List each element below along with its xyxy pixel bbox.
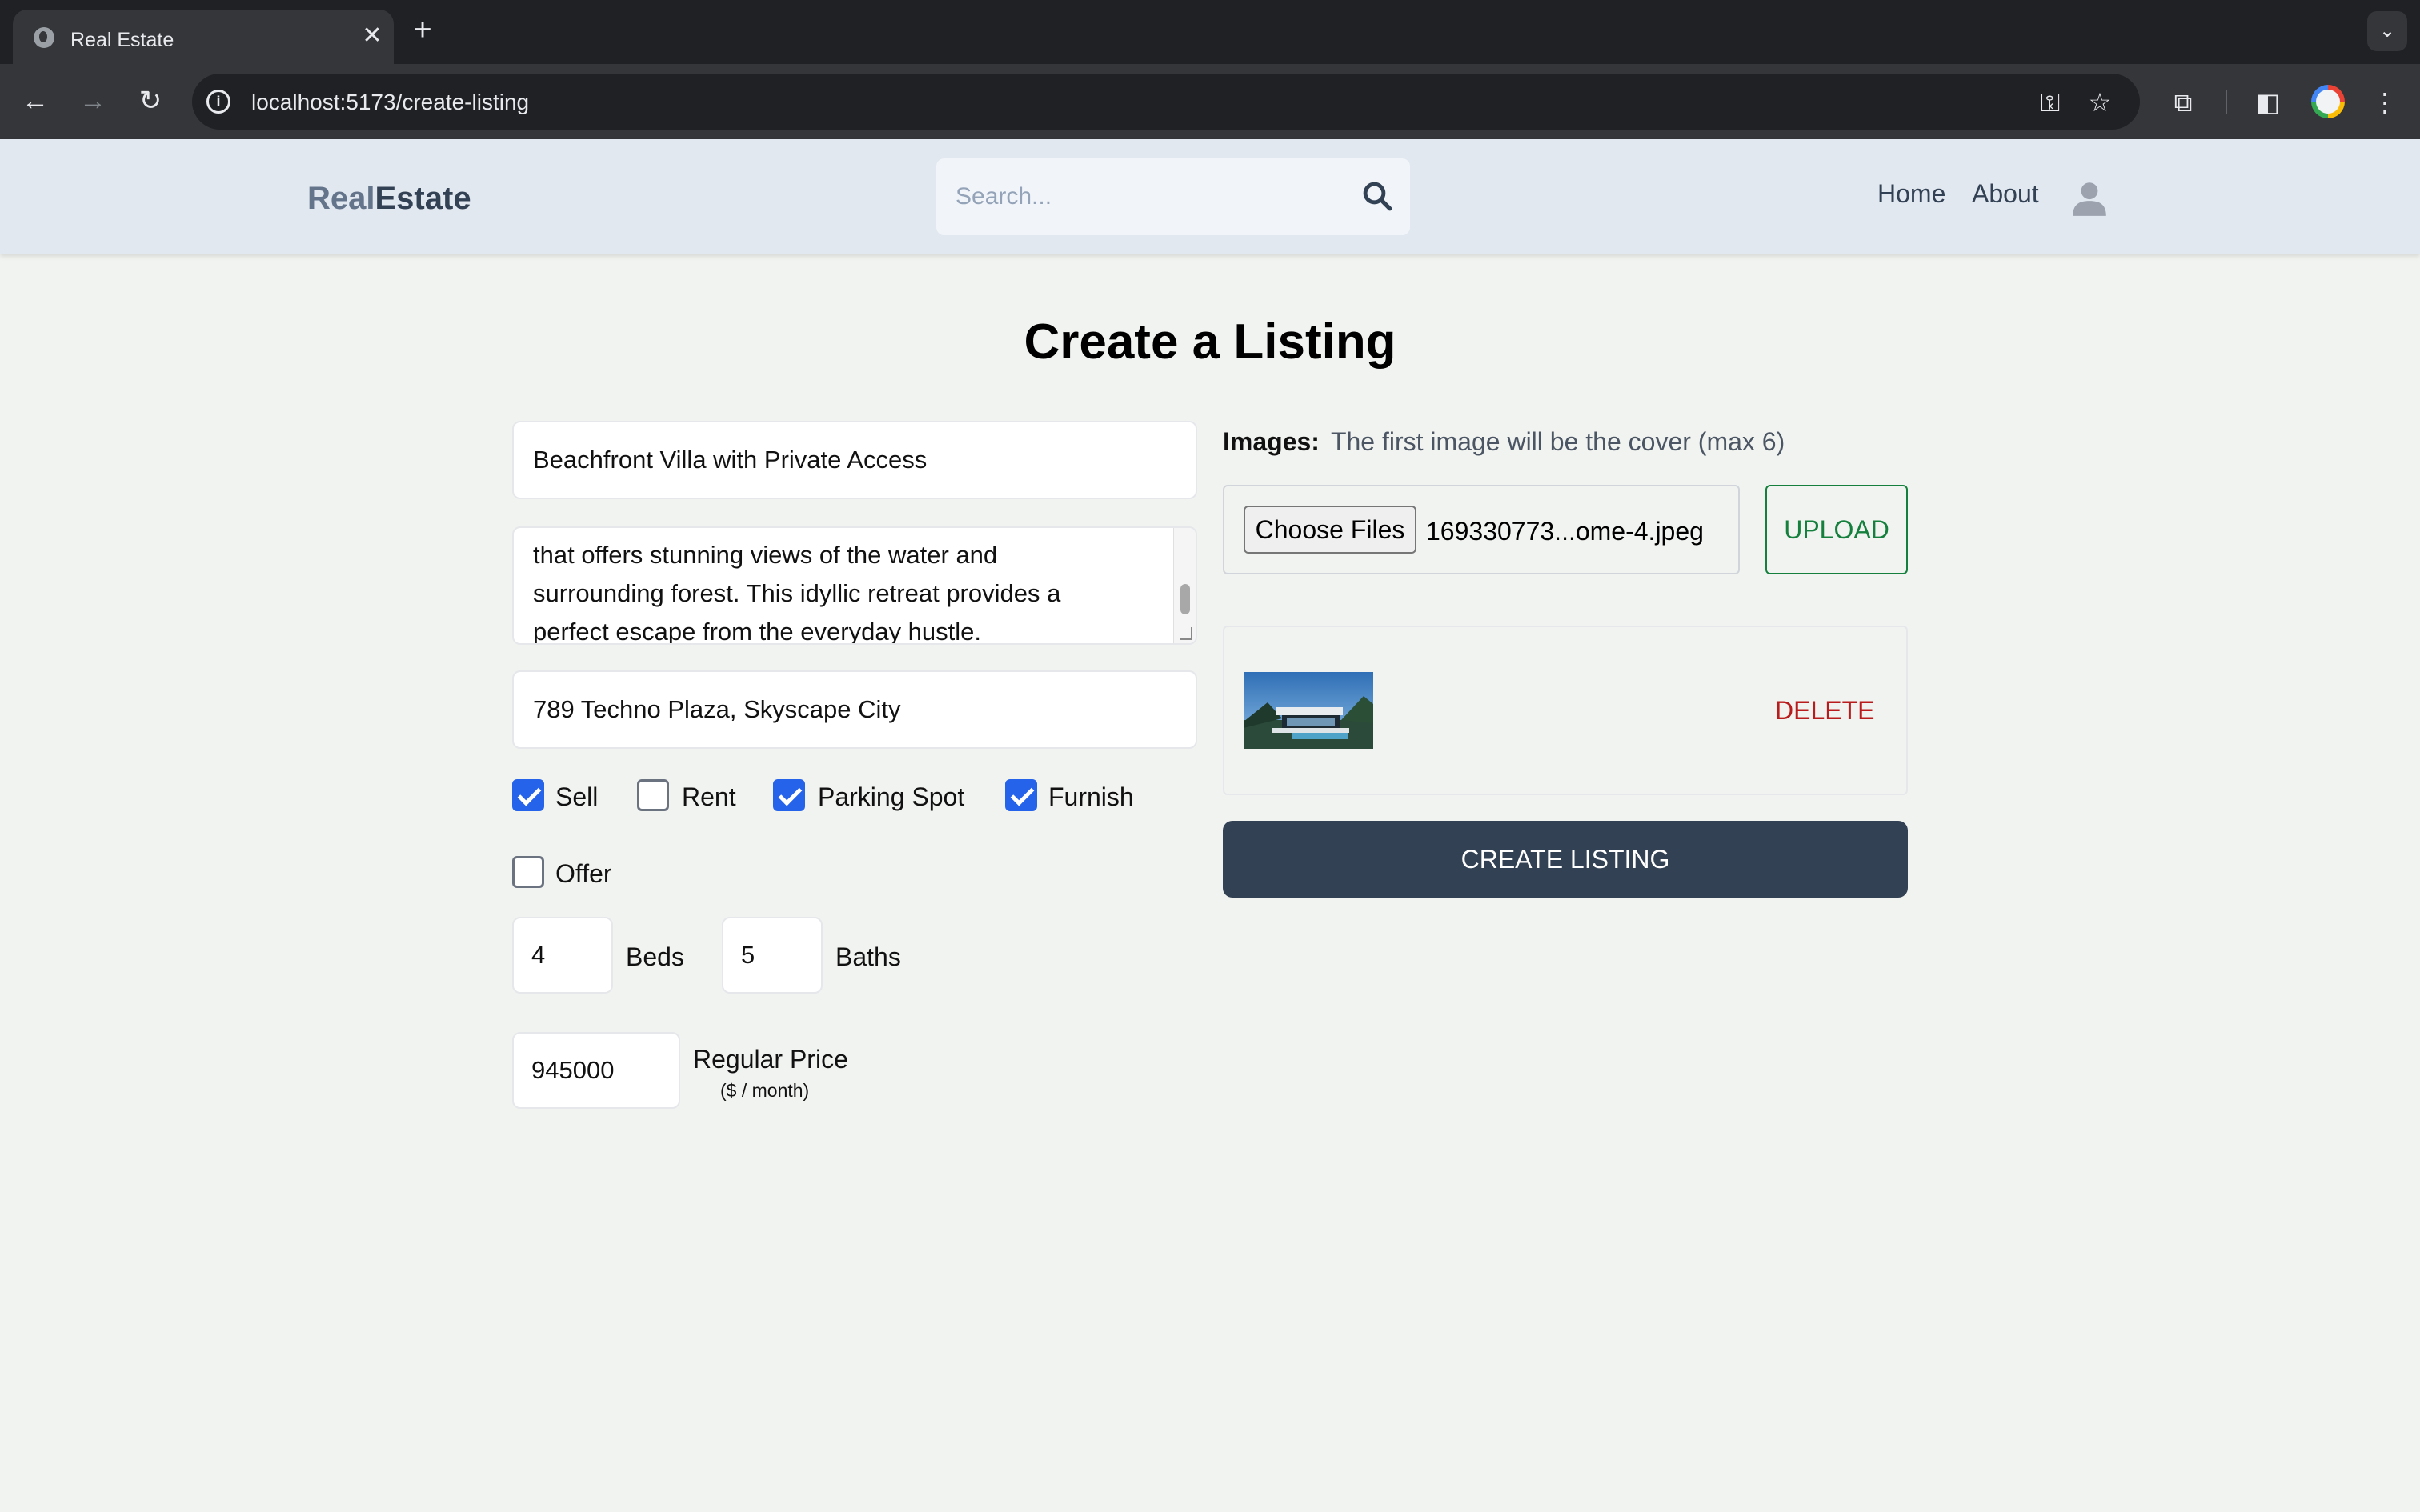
selected-file-name: 169330773...ome-4.jpeg — [1426, 517, 1704, 546]
images-note: The first image will be the cover (max 6… — [1330, 427, 1785, 456]
browser-tab[interactable]: Real Estate ✕ — [13, 10, 394, 64]
forward-arrow-icon[interactable]: → — [74, 82, 112, 120]
url-text[interactable]: localhost:5173/create-listing — [251, 90, 529, 115]
search-icon[interactable] — [1360, 179, 1394, 213]
scrollbar-thumb[interactable] — [1180, 584, 1190, 614]
reload-icon[interactable]: ↻ — [131, 82, 170, 120]
description-text: that offers stunning views of the water … — [533, 536, 1157, 645]
regular-price-label: Regular Price — [693, 1045, 848, 1074]
images-heading: Images: The first image will be the cover… — [1223, 427, 1785, 457]
toolbar-divider — [2226, 90, 2227, 114]
baths-label: Baths — [835, 942, 901, 971]
furnish-checkbox[interactable] — [1005, 779, 1037, 811]
key-icon[interactable]: ⚿ — [2033, 85, 2068, 120]
description-line: that offers stunning views of the water … — [533, 541, 998, 569]
baths-input[interactable]: 5 — [722, 917, 823, 994]
browser-toolbar: ← → ↻ i localhost:5173/create-listing ⚿ … — [0, 64, 2420, 139]
beds-label: Beds — [626, 942, 684, 971]
star-icon[interactable]: ☆ — [2082, 85, 2118, 120]
description-line: surrounding forest. This idyllic retreat… — [533, 579, 1061, 607]
parking-spot-checkbox[interactable] — [773, 779, 805, 811]
rent-label[interactable]: Rent — [682, 782, 736, 812]
user-profile-icon[interactable] — [2069, 178, 2109, 218]
description-scrollbar[interactable] — [1173, 528, 1196, 643]
nav-home-link[interactable]: Home — [1877, 179, 1945, 209]
more-menu-icon[interactable]: ⋮ — [2366, 83, 2404, 122]
logo-part-real: Real — [307, 181, 375, 216]
extensions-icon[interactable]: ⧉ — [2164, 83, 2202, 122]
search-form — [936, 158, 1410, 235]
sell-checkbox[interactable] — [512, 779, 544, 811]
parking-spot-label[interactable]: Parking Spot — [818, 782, 964, 812]
images-label: Images: — [1223, 427, 1320, 456]
regular-price-input[interactable]: 945000 — [512, 1032, 680, 1109]
upload-button[interactable]: UPLOAD — [1765, 485, 1908, 574]
site-header: RealEstate Home About — [0, 139, 2420, 254]
globe-icon — [34, 27, 54, 48]
site-info-icon[interactable]: i — [206, 90, 230, 114]
site-logo[interactable]: RealEstate — [307, 181, 471, 217]
description-textarea[interactable]: that offers stunning views of the water … — [512, 526, 1197, 645]
create-listing-button[interactable]: CREATE LISTING — [1223, 821, 1908, 898]
address-bar[interactable]: i localhost:5173/create-listing ⚿ ☆ — [192, 74, 2140, 130]
address-input[interactable] — [512, 670, 1197, 749]
offer-label[interactable]: Offer — [555, 859, 612, 889]
tab-search-chevron-icon[interactable]: ⌄ — [2367, 11, 2407, 51]
browser-tab-bar: Real Estate ✕ + ⌄ — [0, 0, 2420, 64]
page-title: Create a Listing — [1024, 314, 1396, 370]
new-tab-button[interactable]: + — [407, 14, 439, 46]
profile-avatar[interactable] — [2311, 85, 2345, 118]
file-input[interactable]: Choose Files 169330773...ome-4.jpeg — [1223, 485, 1740, 574]
furnish-label[interactable]: Furnish — [1048, 782, 1134, 812]
close-tab-icon[interactable]: ✕ — [359, 22, 386, 50]
search-input[interactable] — [956, 178, 1340, 216]
rent-checkbox[interactable] — [637, 779, 669, 811]
nav-about-link[interactable]: About — [1972, 179, 2039, 209]
logo-part-estate: Estate — [375, 181, 471, 216]
delete-image-button[interactable]: DELETE — [1775, 696, 1874, 726]
choose-files-button[interactable]: Choose Files — [1244, 506, 1416, 554]
back-arrow-icon[interactable]: ← — [16, 82, 54, 120]
listing-name-input[interactable] — [512, 421, 1197, 499]
description-line: perfect escape from the everyday hustle. — [533, 618, 982, 645]
sell-label[interactable]: Sell — [555, 782, 598, 812]
resize-handle-icon[interactable] — [1180, 627, 1192, 640]
tab-title: Real Estate — [70, 29, 174, 51]
listing-image-thumbnail — [1244, 672, 1373, 749]
regular-price-unit: ($ / month) — [720, 1080, 810, 1101]
offer-checkbox[interactable] — [512, 856, 544, 888]
beds-input[interactable]: 4 — [512, 917, 613, 994]
side-panel-icon[interactable]: ◧ — [2249, 83, 2287, 122]
